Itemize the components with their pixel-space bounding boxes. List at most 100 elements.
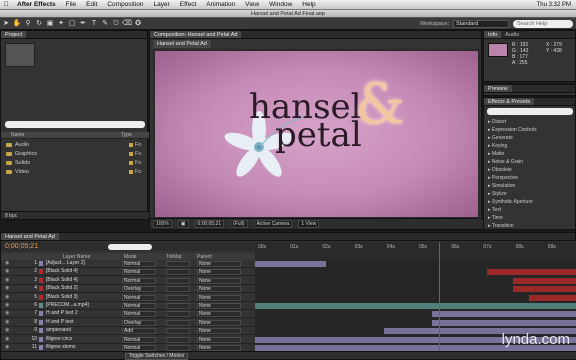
parent-select[interactable]: None	[197, 269, 241, 276]
list-item[interactable]: Audio Fo	[1, 141, 149, 149]
menu-app[interactable]: After Effects	[12, 1, 61, 8]
menu-animation[interactable]: Animation	[201, 1, 240, 8]
timeline-search-input[interactable]	[108, 243, 153, 250]
parent-select[interactable]: None	[197, 294, 241, 301]
effect-category[interactable]: ▸ Matte	[488, 151, 504, 157]
effect-category[interactable]: ▸ Generate	[488, 135, 513, 141]
zoom-select[interactable]: 100%	[153, 220, 172, 228]
effect-category[interactable]: ▸ Expression Controls	[488, 127, 537, 133]
mode-select[interactable]: Normal	[122, 269, 156, 276]
menu-file[interactable]: File	[61, 1, 81, 8]
rotate-tool-icon[interactable]: ↻	[34, 19, 44, 28]
effect-category[interactable]: ▸ Keying	[488, 143, 507, 149]
shape-tool-icon[interactable]: ▢	[67, 19, 77, 28]
label-color-swatch[interactable]	[39, 261, 43, 266]
toggle-switches-modes-button[interactable]: Toggle Switches / Modes	[125, 353, 189, 360]
trkmat-select[interactable]	[166, 311, 190, 318]
layer-name[interactable]: H and P text	[46, 319, 118, 325]
visibility-eye-icon[interactable]: ◉	[5, 328, 10, 333]
layer-name[interactable]: [Black Solid 3]	[46, 294, 118, 300]
comp-timecode[interactable]: 0;00;05;21	[194, 220, 225, 228]
mode-select[interactable]: Normal	[122, 303, 156, 309]
layer-duration-bar[interactable]	[512, 277, 576, 284]
eraser-tool-icon[interactable]: ⌫	[122, 19, 132, 28]
label-color-swatch[interactable]	[39, 269, 43, 275]
tab-composition[interactable]: Composition: Hansel and Petal Ad	[150, 31, 242, 38]
effect-category[interactable]: ▸ Transition	[488, 223, 514, 229]
trkmat-select[interactable]	[166, 319, 190, 326]
visibility-eye-icon[interactable]: ◉	[5, 286, 10, 291]
table-row[interactable]: ◉ 3 [Black Solid 4] Normal None	[1, 277, 255, 285]
table-row[interactable]: ◉ 5 [Black Solid 3] Normal None	[1, 294, 255, 302]
trkmat-select[interactable]	[166, 269, 190, 276]
visibility-eye-icon[interactable]: ◉	[5, 261, 10, 266]
parent-select[interactable]: None	[197, 303, 241, 309]
selection-tool-icon[interactable]: ➤	[1, 19, 11, 28]
effect-category[interactable]: ▸ Noise & Grain	[488, 159, 523, 165]
tab-info[interactable]: Info	[484, 31, 502, 38]
label-color-swatch[interactable]	[39, 277, 43, 283]
effects-search-input[interactable]	[487, 108, 573, 115]
effect-category[interactable]: ▸ Distort	[488, 119, 506, 125]
clone-tool-icon[interactable]: ⎋	[111, 19, 121, 28]
parent-select[interactable]: None	[197, 286, 241, 293]
apple-menu-icon[interactable]: 	[0, 1, 12, 8]
current-time-indicator[interactable]	[438, 242, 440, 353]
mode-select[interactable]: Overlay	[122, 286, 156, 293]
hand-tool-icon[interactable]: ✋	[12, 19, 22, 28]
layer-duration-bar[interactable]	[255, 303, 576, 309]
label-color-swatch[interactable]	[39, 286, 43, 292]
mode-select[interactable]: Normal	[122, 277, 156, 284]
layer-name[interactable]: [Adjust... Layer 2]	[46, 260, 118, 266]
tab-audio[interactable]: Audio	[501, 31, 523, 38]
visibility-eye-icon[interactable]: ◉	[5, 277, 10, 283]
effect-category[interactable]: ▸ Synthetic Aperture	[488, 199, 533, 205]
comp-breadcrumb[interactable]: Hansel and Petal Ad	[153, 40, 211, 48]
layer-name[interactable]: [Black Solid 2]	[46, 285, 118, 291]
layer-duration-bar[interactable]	[486, 269, 576, 276]
effect-category[interactable]: ▸ Obsolete	[488, 167, 512, 173]
bpc-indicator[interactable]: 8 bpc	[5, 213, 17, 219]
column-type[interactable]: Type	[121, 132, 132, 138]
menu-composition[interactable]: Composition	[102, 1, 148, 8]
camera-select[interactable]: Active Camera	[253, 220, 293, 228]
workspace-select[interactable]: Standard	[453, 19, 509, 28]
column-name[interactable]: Name	[11, 132, 121, 138]
project-search-input[interactable]	[5, 121, 145, 128]
tab-timeline[interactable]: Hansel and Petal Ad	[1, 233, 59, 240]
table-row[interactable]: ◉ 7 H and P text 2 Normal None	[1, 310, 255, 319]
parent-select[interactable]: None	[197, 261, 241, 267]
layer-name[interactable]: filigree circs	[46, 336, 118, 342]
layer-name[interactable]: H and P text 2	[46, 310, 118, 316]
resolution-select[interactable]: (Full)	[230, 220, 248, 228]
tab-effects-presets[interactable]: Effects & Presets	[484, 98, 535, 105]
table-row[interactable]: ◉ 9 ampersand Add None	[1, 327, 255, 336]
brush-tool-icon[interactable]: ✎	[100, 19, 110, 28]
layer-name[interactable]: [Black Solid 4]	[46, 268, 118, 274]
effect-category[interactable]: ▸ Stylize	[488, 191, 507, 197]
list-item[interactable]: Solids Fo	[1, 159, 149, 167]
time-ruler[interactable]: 00s 01s 02s 03s 04s 05s 06s 07s 08s 09s	[255, 242, 576, 260]
parent-select[interactable]: None	[197, 336, 241, 343]
parent-select[interactable]: None	[197, 277, 241, 284]
effect-category[interactable]: ▸ Text	[488, 207, 501, 213]
table-row[interactable]: ◉ 6 [PRECOM...a.mp4] Normal None	[1, 302, 255, 310]
camera-snapshot-icon[interactable]: ▣	[177, 220, 189, 228]
menu-window[interactable]: Window	[264, 1, 297, 8]
label-color-swatch[interactable]	[39, 303, 43, 308]
trkmat-select[interactable]	[166, 303, 190, 309]
label-color-swatch[interactable]	[39, 319, 43, 325]
puppet-tool-icon[interactable]: ✪	[133, 19, 143, 28]
tab-preview[interactable]: Preview	[484, 85, 512, 92]
list-item[interactable]: Video Fo	[1, 168, 149, 176]
visibility-eye-icon[interactable]: ◉	[5, 294, 10, 300]
parent-select[interactable]: None	[197, 328, 241, 335]
comp-viewer[interactable]: hansel petal &	[153, 49, 480, 219]
timeline-timecode[interactable]: 0;00;05;21	[5, 243, 38, 250]
visibility-eye-icon[interactable]: ◉	[5, 303, 10, 308]
menu-help[interactable]: Help	[297, 1, 320, 8]
mode-select[interactable]: Normal	[122, 261, 156, 267]
trkmat-select[interactable]	[166, 261, 190, 267]
table-row[interactable]: ◉ 2 [Black Solid 4] Normal None	[1, 268, 255, 277]
pen-tool-icon[interactable]: ✒	[78, 19, 88, 28]
